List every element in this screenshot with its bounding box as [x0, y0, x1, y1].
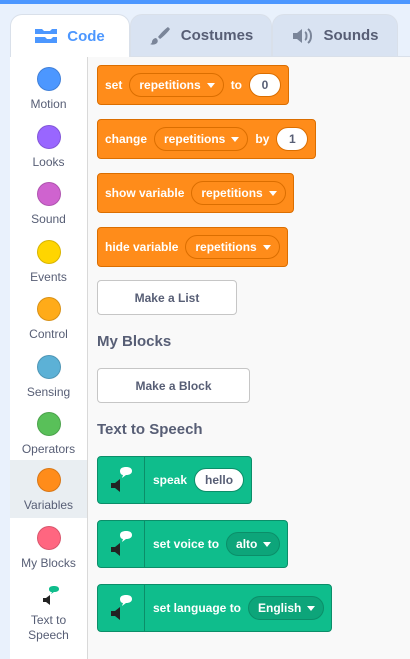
code-blocks-icon [35, 25, 58, 47]
text-to-speech-icon [98, 521, 145, 567]
category-menu: Motion Looks Sound Events Control Sensin… [10, 57, 88, 659]
speak-text-input[interactable]: hello [194, 468, 245, 492]
text-to-speech-heading: Text to Speech [97, 421, 203, 438]
language-dropdown[interactable]: English [248, 596, 325, 620]
variables-color-dot [36, 468, 61, 492]
category-label: Sensing [26, 385, 71, 399]
top-accent-bar [0, 0, 410, 4]
category-operators[interactable]: Operators [10, 404, 87, 462]
speak-block[interactable]: speak hello [97, 456, 253, 504]
tab-code[interactable]: Code [10, 14, 130, 57]
voice-dropdown[interactable]: alto [226, 532, 281, 556]
block-text: to [230, 78, 243, 92]
dropdown-value: alto [236, 537, 258, 551]
category-sound[interactable]: Sound [10, 174, 87, 232]
events-color-dot [36, 240, 61, 264]
tab-costumes-label: Costumes [180, 27, 254, 44]
dropdown-value: repetitions [201, 186, 263, 200]
text-to-speech-icon [98, 457, 145, 503]
looks-color-dot [36, 125, 61, 149]
set-voice-block[interactable]: set voice to alto [97, 520, 289, 568]
sound-color-dot [36, 182, 61, 206]
value-input[interactable]: 0 [249, 73, 282, 97]
category-my-blocks[interactable]: My Blocks [10, 518, 87, 576]
block-text: by [255, 132, 270, 146]
category-label: Looks [32, 155, 65, 169]
block-text: show variable [105, 186, 185, 200]
tab-sounds-label: Sounds [323, 27, 379, 44]
operators-color-dot [36, 412, 61, 436]
category-label: Sound [31, 212, 66, 226]
block-text: hide variable [105, 240, 179, 254]
motion-color-dot [36, 67, 61, 91]
sensing-color-dot [36, 355, 61, 379]
caret-down-icon [268, 190, 277, 196]
category-variables[interactable]: Variables [10, 460, 87, 518]
caret-down-icon [263, 541, 272, 547]
block-text: set language to [153, 601, 242, 615]
set-variable-block[interactable]: set repetitions to 0 [97, 65, 290, 105]
caret-down-icon [307, 605, 316, 611]
category-text-to-speech[interactable]: Text to Speech [10, 577, 87, 642]
variable-dropdown[interactable]: repetitions [191, 181, 286, 205]
dropdown-value: repetitions [195, 240, 257, 254]
caret-down-icon [231, 136, 240, 142]
speaker-icon [292, 25, 314, 47]
show-variable-block[interactable]: show variable repetitions [97, 173, 294, 213]
tab-costumes[interactable]: Costumes [130, 14, 272, 56]
category-label: Variables [23, 498, 74, 512]
category-motion[interactable]: Motion [10, 59, 87, 117]
category-events[interactable]: Events [10, 232, 87, 290]
my-blocks-heading: My Blocks [97, 333, 172, 350]
tab-code-label: Code [67, 27, 105, 45]
category-control[interactable]: Control [10, 289, 87, 347]
tab-sounds[interactable]: Sounds [272, 14, 398, 56]
variable-dropdown[interactable]: repetitions [154, 127, 249, 151]
variable-dropdown[interactable]: repetitions [185, 235, 280, 259]
value-input[interactable]: 1 [276, 127, 309, 151]
dropdown-value: English [258, 601, 302, 615]
control-color-dot [36, 297, 61, 321]
category-label: Events [30, 270, 67, 284]
dropdown-value: repetitions [139, 78, 201, 92]
text-to-speech-icon [37, 585, 61, 609]
make-a-list-button[interactable]: Make a List [97, 280, 237, 315]
paintbrush-icon [149, 25, 171, 47]
category-label: Text to Speech [28, 613, 69, 642]
block-text: speak [153, 473, 188, 487]
block-text: set [105, 78, 123, 92]
category-label: My Blocks [21, 556, 76, 570]
make-a-block-button[interactable]: Make a Block [97, 368, 250, 403]
block-text: change [105, 132, 148, 146]
change-variable-block[interactable]: change repetitions by 1 [97, 119, 317, 159]
category-looks[interactable]: Looks [10, 117, 87, 175]
dropdown-value: repetitions [164, 132, 226, 146]
category-label: Motion [30, 97, 67, 111]
my-blocks-color-dot [36, 526, 61, 550]
category-label: Control [29, 327, 68, 341]
text-to-speech-icon [98, 585, 145, 631]
caret-down-icon [206, 82, 215, 88]
caret-down-icon [262, 244, 271, 250]
category-sensing[interactable]: Sensing [10, 347, 87, 405]
set-language-block[interactable]: set language to English [97, 584, 333, 632]
hide-variable-block[interactable]: hide variable repetitions [97, 227, 288, 267]
variable-dropdown[interactable]: repetitions [129, 73, 224, 97]
block-text: set voice to [153, 537, 220, 551]
category-label: Operators [21, 442, 76, 456]
